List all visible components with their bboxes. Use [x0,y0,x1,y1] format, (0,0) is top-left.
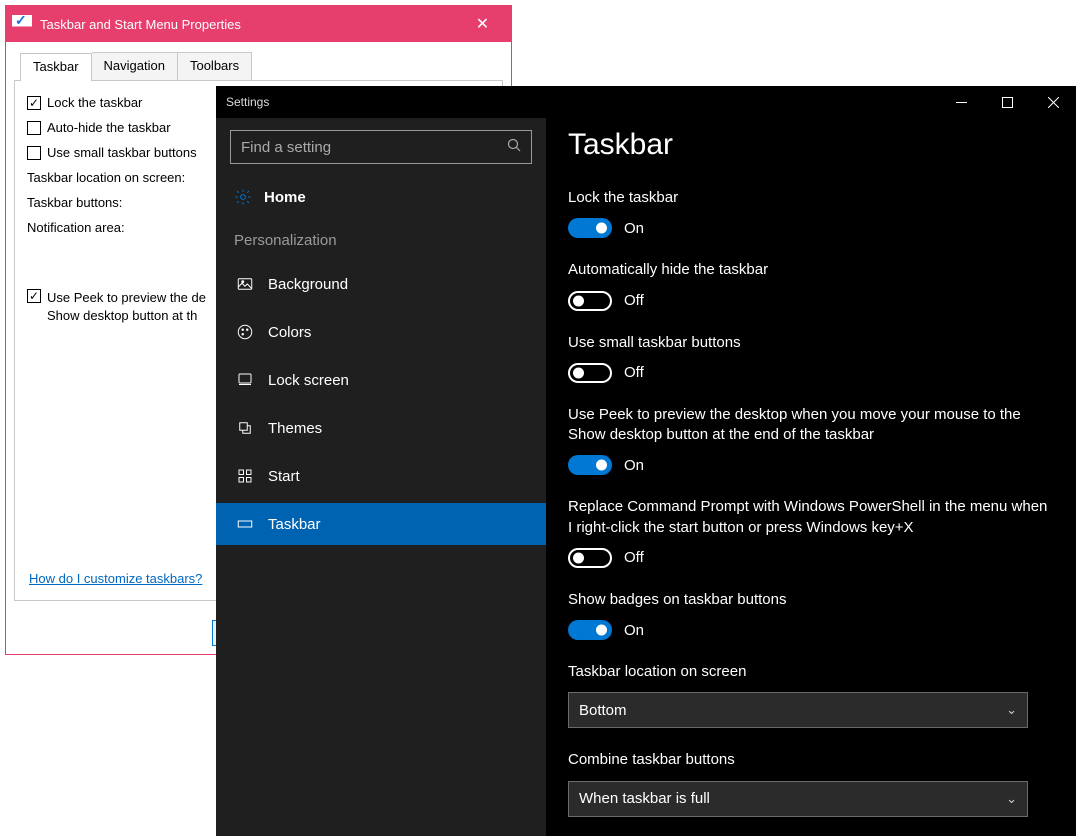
palette-icon [236,323,254,341]
legacy-title: Taskbar and Start Menu Properties [40,17,241,32]
settings-window: Settings Find a setting [216,86,1076,836]
dropdown-combine-buttons[interactable]: When taskbar is full ⌄ [568,781,1028,817]
start-icon [236,467,254,485]
maximize-button[interactable] [984,86,1030,118]
checkbox-icon [27,96,41,110]
toggle-state: On [624,622,644,639]
dropdown-taskbar-location[interactable]: Bottom ⌄ [568,692,1028,728]
legacy-tabs: Taskbar Navigation Toolbars [14,52,503,81]
search-icon [507,138,521,156]
nav-label: Background [268,276,348,293]
toggle-lock-taskbar[interactable] [568,218,612,238]
chevron-down-icon: ⌄ [1006,702,1017,718]
page-title: Taskbar [568,128,1054,162]
tab-navigation[interactable]: Navigation [92,52,178,80]
maximize-icon [1002,97,1013,108]
minimize-icon [956,97,967,108]
legacy-app-icon [12,15,32,33]
window-controls [938,86,1076,118]
tab-toolbars[interactable]: Toolbars [178,52,252,80]
nav-lockscreen[interactable]: Lock screen [230,359,532,401]
nav-taskbar[interactable]: Taskbar [216,503,546,545]
checkbox-label: Use small taskbar buttons [47,145,197,160]
close-icon[interactable]: ✕ [460,6,505,42]
section-personalization: Personalization [230,220,532,257]
toggle-state: Off [624,549,644,566]
dropdown-value: When taskbar is full [579,790,710,807]
settings-sidebar: Find a setting Home Personalization Back… [216,118,546,836]
nav-label: Themes [268,420,322,437]
setting-small-buttons: Use small taskbar buttons Off [568,333,1054,383]
checkbox-icon [27,146,41,160]
gear-icon [234,188,252,206]
tab-taskbar[interactable]: Taskbar [20,53,92,81]
home-nav[interactable]: Home [230,180,532,214]
lockscreen-icon [236,371,254,389]
taskbar-icon [236,515,254,533]
nav-themes[interactable]: Themes [230,407,532,449]
setting-combine-buttons: Combine taskbar buttons When taskbar is … [568,750,1054,816]
legacy-titlebar[interactable]: Taskbar and Start Menu Properties ✕ [6,6,511,42]
nav-label: Start [268,468,300,485]
settings-main: Taskbar Lock the taskbar On Automaticall… [546,118,1076,836]
toggle-state: Off [624,292,644,309]
toggle-state: Off [624,364,644,381]
minimize-button[interactable] [938,86,984,118]
dropdown-value: Bottom [579,702,627,719]
picture-icon [236,275,254,293]
toggle-state: On [624,457,644,474]
toggle-badges[interactable] [568,620,612,640]
nav-start[interactable]: Start [230,455,532,497]
nav-label: Lock screen [268,372,349,389]
setting-powershell: Replace Command Prompt with Windows Powe… [568,497,1054,568]
help-link[interactable]: How do I customize taskbars? [29,571,202,586]
nav-label: Colors [268,324,311,341]
checkbox-icon [27,121,41,135]
close-button[interactable] [1030,86,1076,118]
setting-autohide: Automatically hide the taskbar Off [568,260,1054,310]
close-icon [1048,97,1059,108]
home-label: Home [264,189,306,206]
checkbox-icon [27,289,41,303]
nav-background[interactable]: Background [230,263,532,305]
checkbox-label: Auto-hide the taskbar [47,120,171,135]
checkbox-label: Use Peek to preview the de Show desktop … [47,289,206,324]
themes-icon [236,419,254,437]
setting-taskbar-location: Taskbar location on screen Bottom ⌄ [568,662,1054,728]
toggle-powershell[interactable] [568,548,612,568]
settings-title: Settings [226,95,269,109]
setting-peek: Use Peek to preview the desktop when you… [568,405,1054,476]
toggle-small-buttons[interactable] [568,363,612,383]
setting-lock-taskbar: Lock the taskbar On [568,188,1054,238]
search-input[interactable]: Find a setting [230,130,532,164]
settings-titlebar[interactable]: Settings [216,86,1076,118]
toggle-peek[interactable] [568,455,612,475]
search-placeholder: Find a setting [241,139,331,156]
setting-badges: Show badges on taskbar buttons On [568,590,1054,640]
checkbox-label: Lock the taskbar [47,95,142,110]
toggle-state: On [624,220,644,237]
chevron-down-icon: ⌄ [1006,791,1017,807]
nav-colors[interactable]: Colors [230,311,532,353]
nav-label: Taskbar [268,516,321,533]
toggle-autohide[interactable] [568,291,612,311]
